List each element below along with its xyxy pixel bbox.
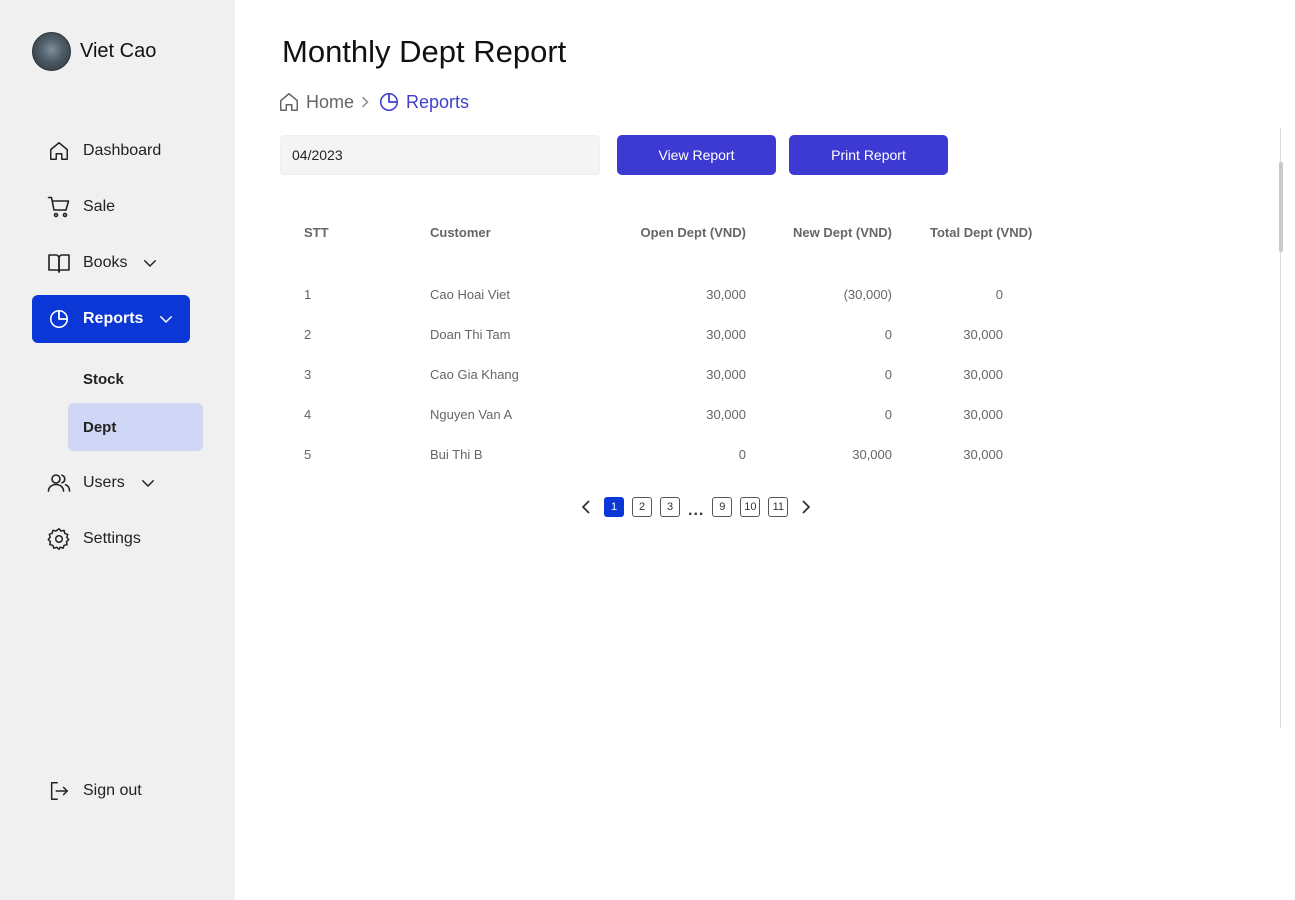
user-profile[interactable]: Viet Cao <box>32 32 156 71</box>
chevron-down-icon <box>141 254 159 272</box>
cell-new-dept: 0 <box>884 367 892 382</box>
sidebar-item-label: Reports <box>83 310 144 327</box>
print-report-button[interactable]: Print Report <box>789 135 948 175</box>
users-icon <box>47 471 71 495</box>
cell-customer: Doan Thi Tam <box>430 327 511 342</box>
column-header-open-dept: Open Dept (VND) <box>640 225 746 240</box>
home-icon <box>278 91 300 113</box>
cell-customer: Cao Hoai Viet <box>430 287 510 302</box>
sidebar: Viet Cao Dashboard Sale Books Reports St… <box>0 0 235 900</box>
cell-total-dept: 0 <box>995 287 1003 302</box>
cell-customer: Bui Thi B <box>430 447 483 462</box>
pagination-ellipsis: ... <box>688 502 705 519</box>
gear-icon <box>47 527 71 551</box>
cell-open-dept: 30,000 <box>706 327 746 342</box>
column-header-new-dept: New Dept (VND) <box>793 225 892 240</box>
column-header-total-dept: Total Dept (VND) <box>930 225 1033 240</box>
page-button[interactable]: 10 <box>740 497 761 517</box>
sidebar-subitem-label: Dept <box>83 418 117 436</box>
sidebar-subitem-stock[interactable]: Stock <box>68 355 203 403</box>
scrollbar-thumb[interactable] <box>1279 162 1283 252</box>
page-button[interactable]: 3 <box>660 497 680 517</box>
chevron-right-icon[interactable] <box>798 497 814 517</box>
pagination: 1 2 3 ... 9 10 11 <box>578 497 814 519</box>
cell-total-dept: 30,000 <box>963 407 1003 422</box>
sidebar-item-label: Users <box>83 474 125 491</box>
column-header-customer: Customer <box>430 225 491 240</box>
cell-new-dept: 0 <box>884 407 892 422</box>
chevron-right-icon <box>360 96 370 108</box>
sidebar-item-users[interactable]: Users <box>32 459 157 507</box>
sidebar-item-dashboard[interactable]: Dashboard <box>32 127 161 175</box>
chevron-down-icon <box>139 474 157 492</box>
sidebar-item-label: Books <box>83 254 128 271</box>
cell-total-dept: 30,000 <box>963 367 1003 382</box>
sidebar-item-label: Settings <box>83 530 141 547</box>
period-input[interactable] <box>280 135 600 175</box>
sidebar-item-settings[interactable]: Settings <box>32 515 141 563</box>
cell-open-dept: 30,000 <box>706 287 746 302</box>
cell-new-dept: (30,000) <box>843 287 892 302</box>
profile-name: Viet Cao <box>80 40 157 62</box>
cell-new-dept: 30,000 <box>852 447 892 462</box>
cell-stt: 3 <box>304 367 312 382</box>
cell-open-dept: 30,000 <box>706 367 746 382</box>
home-icon <box>47 139 71 163</box>
cart-icon <box>47 195 71 219</box>
cell-stt: 2 <box>304 327 312 342</box>
sidebar-subitem-dept[interactable]: Dept <box>68 403 203 451</box>
cell-stt: 5 <box>304 447 312 462</box>
cell-total-dept: 30,000 <box>963 327 1003 342</box>
cell-new-dept: 0 <box>884 327 892 342</box>
sidebar-item-reports[interactable]: Reports <box>32 295 190 343</box>
cell-stt: 1 <box>304 287 312 302</box>
sidebar-item-sale[interactable]: Sale <box>32 183 115 231</box>
sidebar-item-label: Dashboard <box>83 142 162 159</box>
page-button[interactable]: 2 <box>632 497 652 517</box>
page-button[interactable]: 1 <box>604 497 624 517</box>
pie-chart-icon <box>378 91 400 113</box>
breadcrumb-home-label: Home <box>306 91 355 112</box>
chevron-down-icon <box>157 310 175 328</box>
book-icon <box>47 251 71 275</box>
page-title: Monthly Dept Report <box>282 34 567 69</box>
sidebar-item-label: Sale <box>83 198 116 215</box>
sign-out-label: Sign out <box>83 782 142 799</box>
pie-chart-icon <box>47 307 71 331</box>
avatar <box>32 32 71 71</box>
page-button[interactable]: 9 <box>712 497 733 517</box>
breadcrumb: Home Reports <box>278 91 469 113</box>
cell-customer: Nguyen Van A <box>430 407 513 422</box>
cell-open-dept: 0 <box>738 447 746 462</box>
view-report-button[interactable]: View Report <box>617 135 776 175</box>
breadcrumb-reports[interactable]: Reports <box>378 91 469 113</box>
cell-stt: 4 <box>304 407 312 422</box>
chevron-left-icon[interactable] <box>578 497 594 517</box>
cell-customer: Cao Gia Khang <box>430 367 519 382</box>
page-button[interactable]: 11 <box>768 497 789 517</box>
breadcrumb-reports-label: Reports <box>406 91 470 112</box>
breadcrumb-home[interactable]: Home <box>278 91 354 113</box>
sign-out-button[interactable]: Sign out <box>32 767 142 815</box>
sidebar-item-books[interactable]: Books <box>32 239 159 287</box>
sidebar-subitem-label: Stock <box>83 370 124 388</box>
sign-out-icon <box>47 779 71 803</box>
cell-total-dept: 30,000 <box>963 447 1003 462</box>
cell-open-dept: 30,000 <box>706 407 746 422</box>
column-header-stt: STT <box>304 225 329 240</box>
